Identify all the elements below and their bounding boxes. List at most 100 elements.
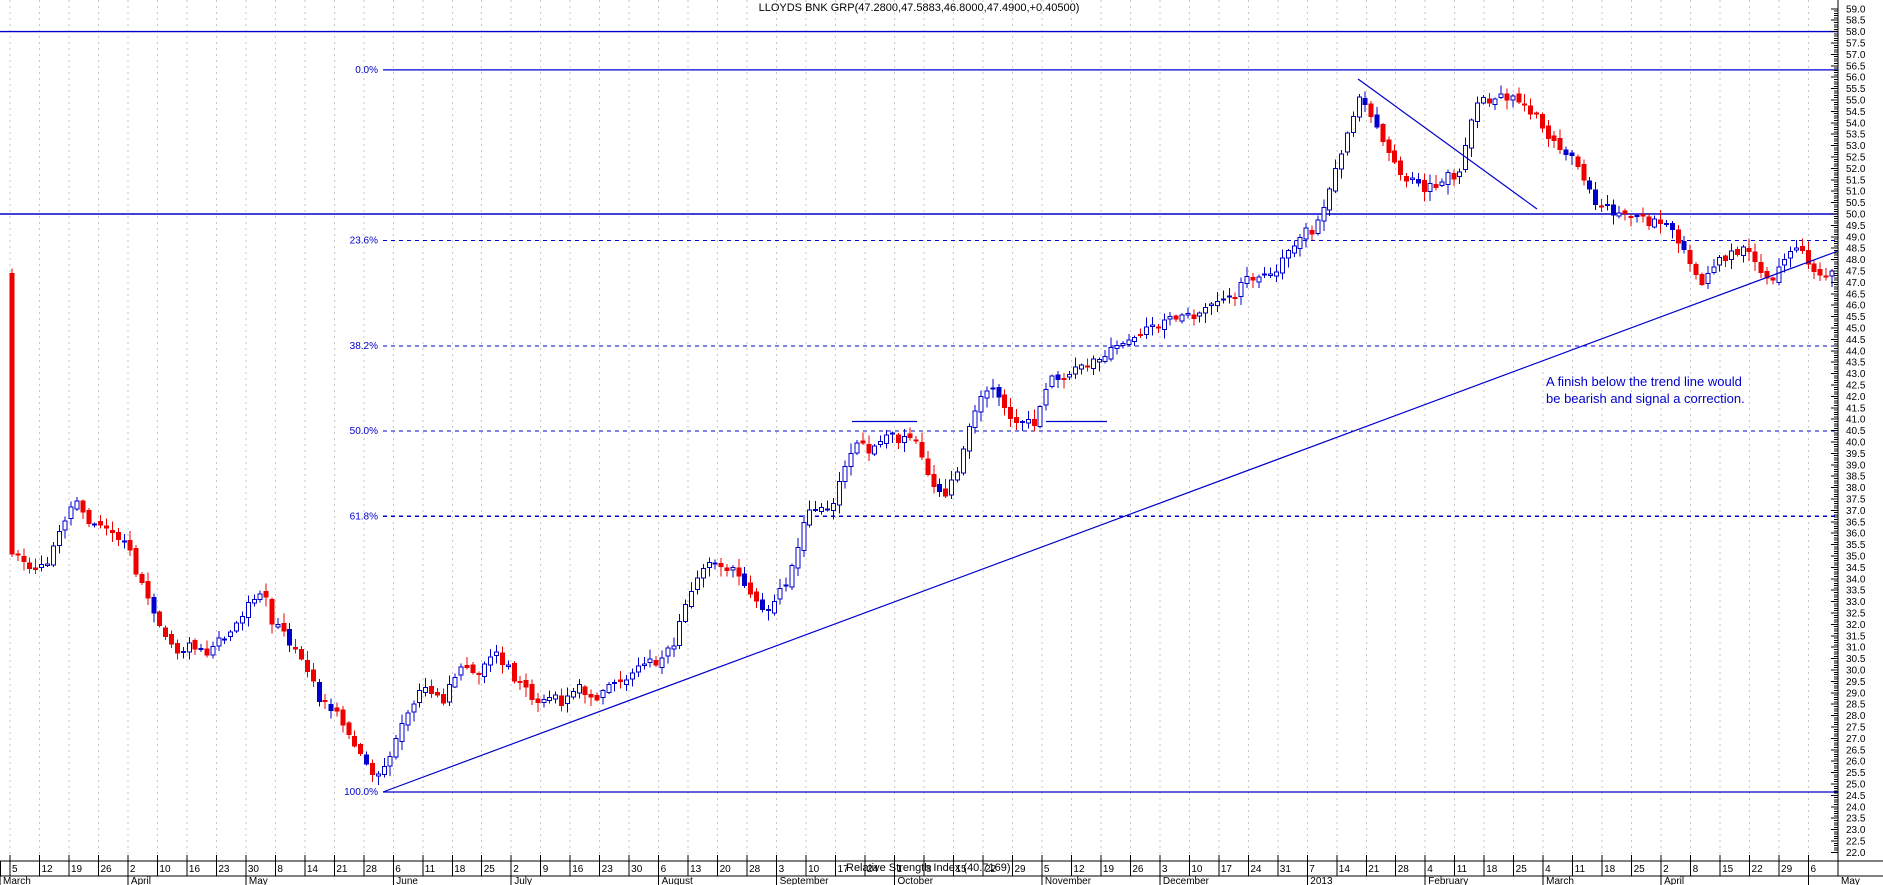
candle-body: [264, 592, 268, 597]
week-label: 28: [749, 864, 761, 875]
candle-body: [1428, 184, 1432, 192]
candle-body: [199, 649, 203, 650]
week-label: 5: [12, 864, 18, 875]
candle-body: [282, 623, 286, 630]
rsi-indicator-label: Relative Strength Index (40.7169): [846, 862, 1011, 874]
candle-body: [1257, 277, 1261, 282]
candle-body: [347, 723, 351, 734]
price-tick-label: 37.5: [1846, 495, 1866, 506]
candle-body: [217, 638, 221, 646]
candle-body: [69, 507, 73, 519]
price-tick-label: 53.0: [1846, 141, 1866, 152]
candle-body: [636, 666, 640, 672]
candle-body: [1204, 307, 1208, 313]
price-tick-label: 50.5: [1846, 198, 1866, 209]
week-label: 25: [1516, 864, 1528, 875]
candle-body: [1712, 267, 1716, 273]
chart-window: 0.0%23.6%38.2%50.0%61.8%100.0%22.022.523…: [0, 0, 1883, 885]
price-tick-label: 44.5: [1846, 335, 1866, 346]
candle-body: [1470, 120, 1474, 148]
week-label: 7: [1309, 864, 1315, 875]
candle-body: [961, 449, 965, 473]
candle-body: [985, 391, 989, 398]
candle-body: [1198, 313, 1202, 316]
candle-body: [1298, 238, 1302, 249]
candle-body: [1747, 248, 1751, 251]
candle-body: [329, 704, 333, 710]
week-label: 11: [1457, 864, 1468, 875]
candle-body: [1334, 168, 1338, 191]
candle-body: [589, 694, 593, 697]
candle-body: [524, 681, 528, 687]
price-tick-label: 25.0: [1846, 780, 1866, 791]
week-label: 12: [41, 864, 53, 875]
candle-body: [950, 480, 954, 495]
month-label: September: [780, 876, 830, 885]
price-tick-label: 39.5: [1846, 449, 1866, 460]
candle-body: [1026, 419, 1030, 423]
price-tick-label: 30.0: [1846, 666, 1866, 677]
candle-body: [831, 504, 835, 511]
candle-body: [772, 601, 776, 612]
candle-body: [1735, 249, 1739, 254]
candle-body: [1103, 356, 1107, 361]
candle-body: [477, 674, 481, 675]
month-label: July: [514, 876, 532, 885]
month-label: February: [1428, 876, 1468, 885]
candle-body: [1227, 296, 1231, 297]
candle-body: [1245, 277, 1249, 284]
price-tick-label: 35.0: [1846, 552, 1866, 563]
candle-body: [784, 585, 788, 586]
candle-body: [1050, 376, 1054, 387]
candle-body: [1251, 277, 1255, 279]
candle-body: [1688, 251, 1692, 264]
price-tick-label: 27.0: [1846, 734, 1866, 745]
candle-body: [719, 564, 723, 567]
candle-body: [128, 541, 132, 551]
candle-body: [554, 695, 558, 699]
candle-body: [140, 575, 144, 583]
price-tick-label: 47.0: [1846, 278, 1866, 289]
price-tick-label: 33.5: [1846, 586, 1866, 597]
candle-body: [10, 273, 14, 554]
candle-body: [1210, 304, 1214, 306]
price-tick-label: 26.5: [1846, 745, 1866, 756]
candle-body: [1280, 258, 1284, 273]
candle-body: [1481, 98, 1485, 103]
candle-body: [1340, 154, 1344, 169]
price-tick-label: 54.0: [1846, 118, 1866, 129]
candle-body: [944, 489, 948, 496]
week-label: 10: [159, 864, 171, 875]
candle-body: [1475, 103, 1479, 121]
candle-body: [967, 427, 971, 451]
price-tick-label: 27.5: [1846, 723, 1866, 734]
week-label: 6: [661, 864, 667, 875]
fib-label: 23.6%: [350, 235, 378, 246]
month-label: November: [1045, 876, 1092, 885]
candle-body: [1718, 258, 1722, 265]
candle-body: [1446, 173, 1450, 185]
candle-body: [1115, 346, 1119, 349]
price-tick-label: 45.5: [1846, 312, 1866, 323]
candle-body: [991, 388, 995, 389]
price-tick-label: 42.0: [1846, 392, 1866, 403]
candle-body: [695, 578, 699, 589]
candle-body: [205, 649, 209, 655]
price-tick-label: 49.0: [1846, 232, 1866, 243]
candle-body: [240, 616, 244, 622]
candle-body: [1109, 347, 1113, 358]
candle-body: [471, 665, 475, 672]
candle-body: [424, 687, 428, 692]
candle-body: [885, 435, 889, 444]
week-label: 11: [1575, 864, 1586, 875]
week-label: 14: [1339, 864, 1351, 875]
week-label: 17: [1221, 864, 1233, 875]
price-tick-label: 55.0: [1846, 96, 1866, 107]
candle-body: [1741, 247, 1745, 256]
candle-body: [489, 657, 493, 665]
price-tick-label: 57.5: [1846, 39, 1866, 50]
candle-body: [1493, 99, 1497, 105]
candle-body: [855, 443, 859, 453]
candle-body: [211, 646, 215, 655]
candle-body: [394, 739, 398, 757]
